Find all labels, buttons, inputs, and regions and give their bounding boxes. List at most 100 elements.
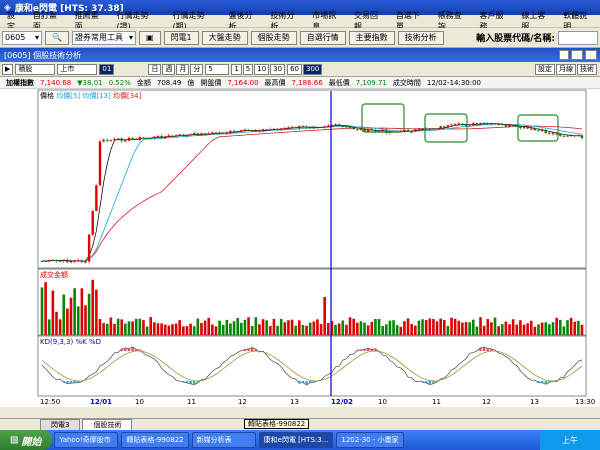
- candle-body: [323, 126, 326, 128]
- taskbar-item[interactable]: 1202-30 - 小畫家: [336, 432, 404, 448]
- candle-body: [486, 123, 489, 125]
- period-button[interactable]: 週: [162, 63, 176, 75]
- candle-body: [312, 127, 316, 129]
- price-legend: 價格 均價[5] 均價[13] 均價[34]: [40, 91, 142, 100]
- candle-body: [149, 137, 152, 139]
- minimize-icon[interactable]: _: [559, 50, 569, 60]
- taskbar-item[interactable]: 康和e閃電 [HTS:3...: [258, 432, 334, 448]
- candle-body: [218, 132, 221, 134]
- interval-button[interactable]: 10: [254, 63, 270, 75]
- period-button[interactable]: 日: [148, 63, 162, 75]
- tab-item[interactable]: 個股技術: [82, 419, 133, 430]
- volume-bar: [522, 324, 526, 335]
- tab-item[interactable]: 閃電3: [40, 419, 81, 430]
- volume-bar: [435, 321, 439, 335]
- volume-bar: [573, 321, 577, 335]
- candle-body: [200, 133, 203, 136]
- taskbar-item[interactable]: 轉貼表格-990822: [121, 432, 189, 448]
- x-tick-label: 12:50: [40, 398, 60, 406]
- candle-body: [261, 129, 265, 132]
- candle-body: [102, 139, 105, 142]
- taskbar-item[interactable]: 新媒分析表: [191, 432, 256, 448]
- toolbar-button[interactable]: 閃電1: [163, 30, 199, 45]
- volume-bar: [102, 323, 105, 335]
- toolbar-button[interactable]: 個股走勢: [250, 30, 297, 45]
- candle-body: [356, 129, 359, 131]
- period-select[interactable]: 01: [99, 63, 115, 75]
- toolbar-button[interactable]: 主要指數: [348, 30, 395, 45]
- chart-area[interactable]: 價格 均價[5] 均價[13] 均價[34] 成交金額 KD(9,3,3) %K …: [0, 89, 600, 407]
- query-input[interactable]: [558, 30, 598, 45]
- stock-code-select[interactable]: 0605 ▾: [2, 30, 42, 45]
- volume-bar: [134, 318, 138, 335]
- play-button[interactable]: ▶: [2, 63, 14, 75]
- interval-button[interactable]: 30: [270, 63, 286, 75]
- market-select[interactable]: 上市: [57, 63, 98, 75]
- tool-icon-button[interactable]: ▣: [138, 30, 161, 45]
- volume-bar: [403, 321, 406, 335]
- volume-bar: [287, 320, 290, 335]
- period-buttons: 日週月分: [148, 63, 204, 75]
- toolbar-button[interactable]: 自選行情: [299, 30, 346, 45]
- num-select[interactable]: 5: [205, 63, 230, 75]
- toolbar-button[interactable]: 大盤走勢: [201, 30, 248, 45]
- volume-bar: [98, 319, 102, 335]
- candle-body: [421, 128, 424, 130]
- candle-body: [127, 137, 131, 141]
- candle-body: [406, 129, 410, 132]
- volume-bar: [149, 317, 153, 335]
- candle-body: [559, 133, 562, 136]
- x-tick-label: 10: [135, 398, 144, 406]
- volume-bar: [69, 297, 73, 335]
- right-button[interactable]: 月線: [556, 63, 576, 75]
- volume-bar: [51, 290, 55, 335]
- volume-bar: [312, 321, 316, 335]
- candle-body: [73, 260, 76, 262]
- period-button[interactable]: 月: [176, 63, 190, 75]
- candle-body: [497, 124, 500, 126]
- volume-bar: [258, 324, 261, 335]
- volume-bar: [58, 319, 62, 335]
- interval-button[interactable]: 60: [287, 63, 303, 75]
- toolbar-button[interactable]: 技術分析: [397, 30, 444, 45]
- interval-button[interactable]: 5: [242, 63, 254, 75]
- candle-body: [519, 125, 522, 129]
- candle-body: [453, 124, 457, 126]
- period-button[interactable]: 分: [190, 63, 204, 75]
- volume-bar: [269, 326, 272, 335]
- volume-bar: [279, 318, 283, 335]
- candle-body: [106, 139, 109, 141]
- volume-bar: [66, 308, 69, 335]
- volume-bar: [124, 323, 127, 335]
- technical-chart[interactable]: 價格 均價[5] 均價[13] 均價[34] 成交金額 KD(9,3,3) %K …: [0, 89, 600, 407]
- maximize-icon[interactable]: □: [570, 50, 584, 60]
- search-button[interactable]: 🔍: [45, 30, 69, 45]
- close-icon[interactable]: ×: [585, 50, 597, 60]
- candle-body: [305, 126, 308, 128]
- volume-bar: [450, 317, 453, 335]
- start-button[interactable]: ⊞ 開始: [0, 430, 52, 450]
- right-button[interactable]: 技術: [577, 63, 597, 75]
- taskbar-item[interactable]: Yahoo!奇摩股市: [54, 432, 119, 448]
- volume-bar: [395, 325, 399, 335]
- volume-bar: [305, 325, 308, 335]
- candle-body: [113, 139, 116, 141]
- candle-body: [254, 130, 258, 132]
- volume-bar: [236, 317, 240, 335]
- candle-body: [468, 125, 471, 127]
- interval-button[interactable]: 1: [231, 63, 242, 75]
- tool-select[interactable]: 證券常用工具 ▾: [71, 30, 136, 45]
- volume-bar: [555, 317, 558, 335]
- interval-button[interactable]: 300: [303, 63, 323, 75]
- candle-body: [135, 138, 138, 140]
- scroll-strip[interactable]: [0, 407, 600, 418]
- chevron-down-icon: ▾: [128, 33, 133, 42]
- volume-bar: [497, 326, 500, 335]
- right-button[interactable]: 設定: [535, 63, 555, 75]
- mode-select[interactable]: 積股: [15, 63, 56, 75]
- candle-body: [58, 260, 62, 262]
- candle-body: [410, 131, 413, 133]
- volume-bar: [475, 326, 479, 335]
- candle-body: [298, 126, 301, 129]
- volume-bar: [192, 326, 196, 335]
